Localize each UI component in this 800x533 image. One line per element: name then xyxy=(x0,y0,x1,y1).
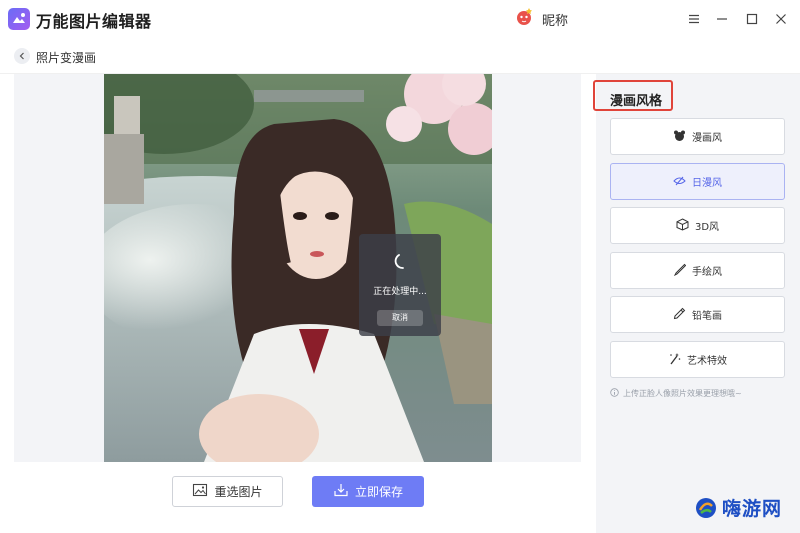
processing-overlay: 正在处理中... 取消 xyxy=(359,234,441,336)
style-label: 日漫风 xyxy=(692,178,722,189)
style-label: 艺术特效 xyxy=(687,356,727,367)
style-option-handdrawn[interactable]: 手绘风 xyxy=(610,252,785,289)
style-option-3d[interactable]: 3D风 xyxy=(610,207,785,244)
reselect-image-button[interactable]: 重选图片 xyxy=(172,476,283,507)
cube-icon xyxy=(676,217,689,234)
bear-icon xyxy=(673,129,686,145)
image-icon xyxy=(192,482,208,501)
app-logo-icon xyxy=(8,8,30,30)
download-icon xyxy=(333,482,349,501)
pencil-icon xyxy=(673,307,686,323)
save-button[interactable]: 立即保存 xyxy=(312,476,424,507)
panel-title: 漫画风格 xyxy=(610,94,663,109)
reselect-label: 重选图片 xyxy=(214,485,263,499)
style-option-comic[interactable]: 漫画风 xyxy=(610,118,785,155)
eye-brush-icon xyxy=(673,174,686,190)
style-label: 手绘风 xyxy=(692,267,722,278)
style-option-pencil[interactable]: 铅笔画 xyxy=(610,296,785,333)
magic-wand-icon xyxy=(668,352,681,368)
menu-icon[interactable] xyxy=(684,9,704,29)
processing-text: 正在处理中... xyxy=(373,287,427,297)
title-bar: 万能图片编辑器 昵称 xyxy=(0,0,800,38)
style-label: 漫画风 xyxy=(692,133,722,144)
close-icon[interactable] xyxy=(771,9,791,29)
app-title: 万能图片编辑器 xyxy=(36,12,152,31)
avatar[interactable] xyxy=(514,6,536,28)
nickname[interactable]: 昵称 xyxy=(542,10,568,29)
save-label: 立即保存 xyxy=(354,485,403,499)
page-title: 照片变漫画 xyxy=(36,51,97,65)
style-label: 铅笔画 xyxy=(692,311,722,322)
watermark-logo-icon xyxy=(694,496,718,520)
style-label: 3D风 xyxy=(694,222,720,233)
back-icon[interactable] xyxy=(14,48,30,64)
style-option-japanese[interactable]: 日漫风 xyxy=(610,163,785,200)
hint-text: 上传正脸人像照片效果更理想哦~ xyxy=(623,389,742,398)
minimize-icon[interactable] xyxy=(712,9,732,29)
style-option-art-effects[interactable]: 艺术特效 xyxy=(610,341,785,378)
cancel-button[interactable]: 取消 xyxy=(377,310,423,326)
watermark: 嗨游网 xyxy=(694,494,782,521)
breadcrumb: 照片变漫画 xyxy=(0,38,800,74)
upload-hint: 上传正脸人像照片效果更理想哦~ xyxy=(610,388,742,399)
info-icon xyxy=(610,388,619,399)
watermark-text: 嗨游网 xyxy=(722,498,783,520)
maximize-icon[interactable] xyxy=(742,9,762,29)
brush-icon xyxy=(673,263,687,279)
spinner-icon xyxy=(389,252,409,272)
